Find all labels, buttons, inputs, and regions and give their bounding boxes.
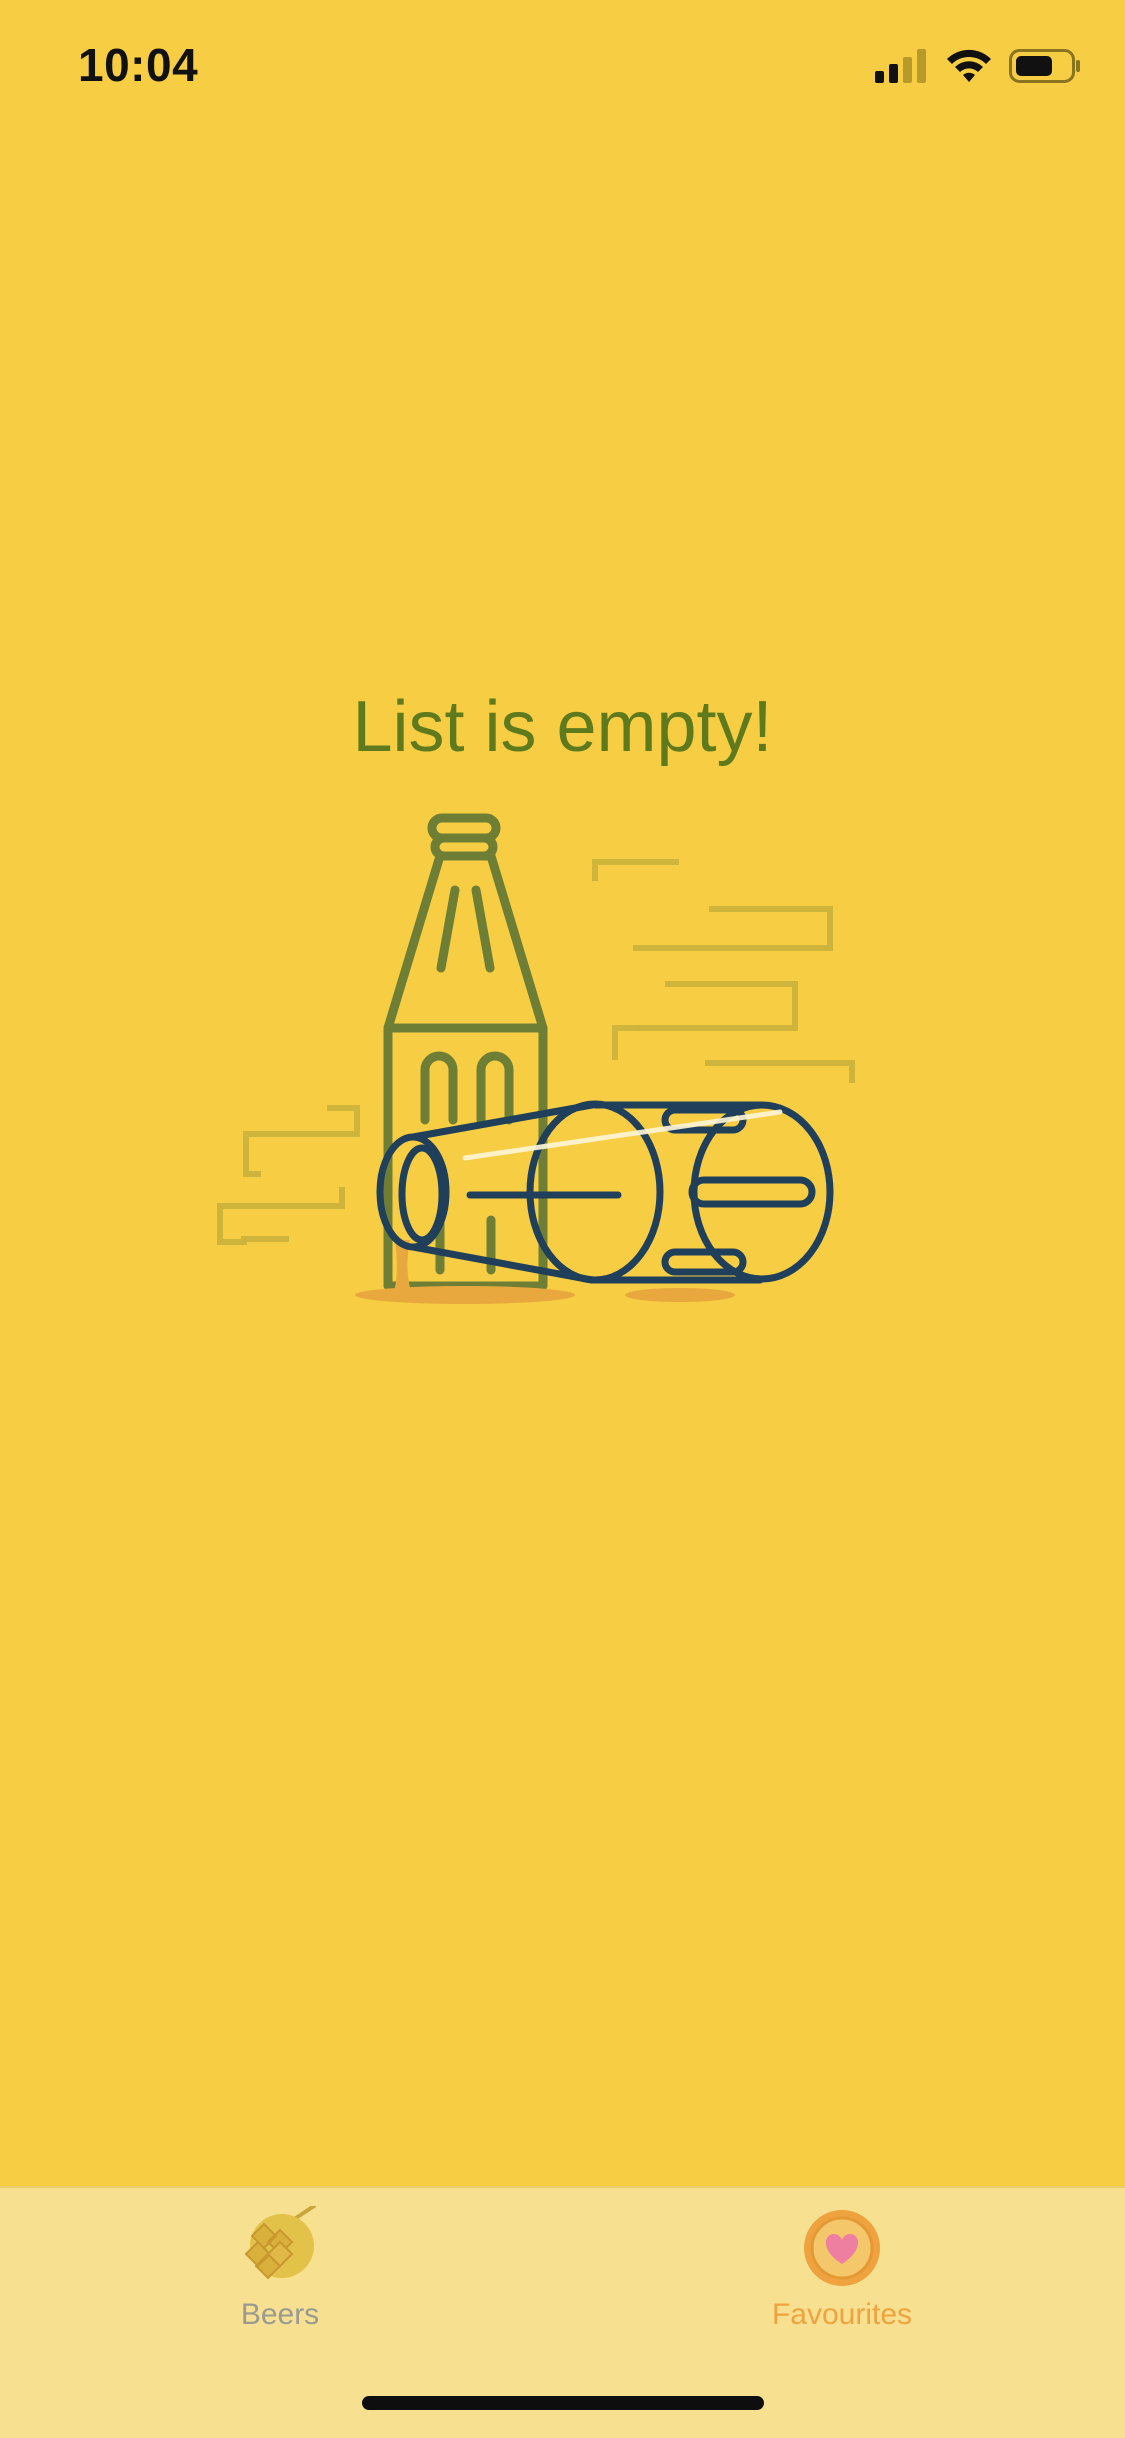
status-bar: 10:04 <box>0 0 1125 140</box>
empty-list-illustration <box>217 813 855 1304</box>
status-time: 10:04 <box>78 39 199 91</box>
tab-beers[interactable]: Beers <box>150 2206 410 2332</box>
status-icons <box>875 48 1081 84</box>
tab-beers-label: Beers <box>240 2298 320 2331</box>
hop-icon <box>244 2206 316 2280</box>
cellular-signal-icon <box>875 49 926 83</box>
empty-state-title: List is empty! <box>352 687 773 767</box>
wifi-icon <box>947 49 991 82</box>
home-indicator[interactable] <box>362 2396 764 2410</box>
bottle-cap-heart-icon <box>804 2210 880 2286</box>
tab-favourites[interactable]: Favourites <box>712 2206 972 2332</box>
tab-favourites-label: Favourites <box>771 2298 913 2331</box>
battery-icon <box>1009 49 1080 83</box>
